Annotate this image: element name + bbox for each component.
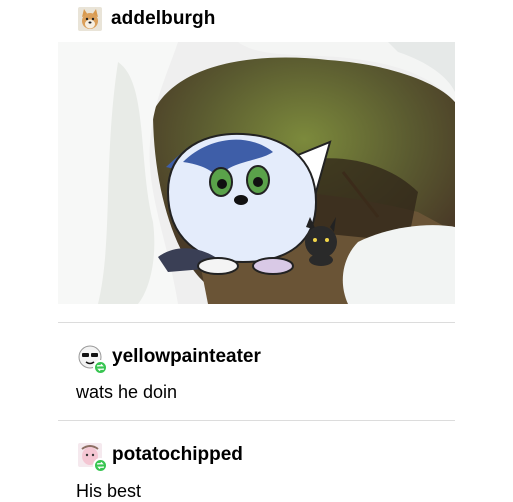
reblog-icon: [93, 360, 108, 375]
post-image[interactable]: [58, 42, 455, 304]
reblog-text: His best: [76, 481, 142, 501]
post-author-name[interactable]: addelburgh: [111, 8, 215, 30]
divider: [58, 420, 455, 421]
wolf-in-snow-illustration: [58, 42, 455, 304]
divider: [58, 322, 455, 323]
author-avatar[interactable]: [78, 7, 102, 31]
reblog-icon: [93, 458, 108, 473]
reblog-username[interactable]: yellowpainteater: [112, 346, 261, 368]
reblog-header: potatochipped: [78, 442, 243, 473]
shiba-dog-icon: [78, 7, 102, 31]
reblog-avatar[interactable]: [78, 345, 108, 375]
reblog-text: wats he doin: [76, 382, 178, 402]
reblog-avatar[interactable]: [78, 443, 108, 473]
reblog-header: yellowpainteater: [78, 344, 261, 375]
reblog-username[interactable]: potatochipped: [112, 444, 243, 466]
post-header: addelburgh: [78, 6, 215, 32]
